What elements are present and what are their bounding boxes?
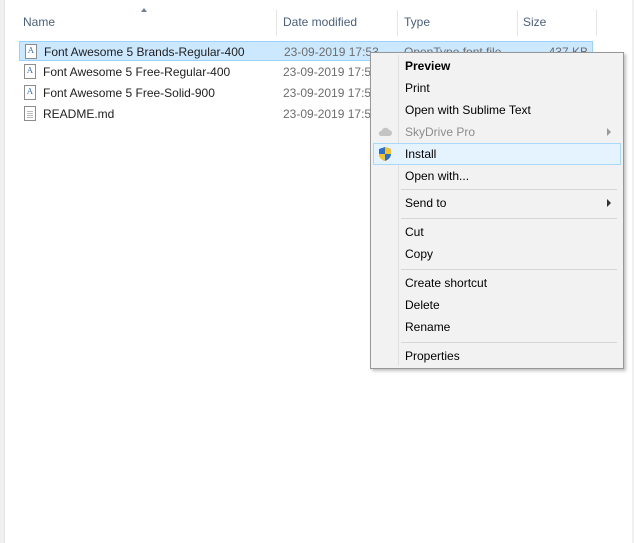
- uac-shield-icon: [379, 147, 391, 161]
- cloud-icon: [378, 127, 392, 136]
- menu-item-label: SkyDrive Pro: [405, 125, 476, 139]
- file-name: README.md: [43, 107, 115, 121]
- column-header-size[interactable]: Size: [523, 15, 546, 29]
- menu-item-open-with[interactable]: Open with...: [373, 165, 621, 187]
- menu-item-properties[interactable]: Properties: [373, 345, 621, 367]
- file-date: 23-09-2019 17:53: [284, 45, 379, 59]
- column-divider[interactable]: [397, 10, 398, 36]
- column-divider[interactable]: [517, 10, 518, 36]
- menu-item-label: Rename: [405, 320, 451, 334]
- menu-item-label: Delete: [405, 298, 440, 312]
- column-header-name[interactable]: Name: [23, 15, 55, 29]
- file-date: 23-09-2019 17:53: [283, 107, 378, 121]
- menu-item-skydrive-pro[interactable]: SkyDrive Pro: [373, 121, 621, 143]
- menu-item-print[interactable]: Print: [373, 77, 621, 99]
- menu-item-label: Install: [405, 147, 437, 161]
- font-file-icon: [24, 64, 36, 79]
- menu-item-label: Properties: [405, 349, 460, 363]
- navigation-pane-edge: [0, 0, 5, 543]
- menu-item-send-to[interactable]: Send to: [373, 192, 621, 214]
- file-date: 23-09-2019 17:53: [283, 86, 378, 100]
- menu-item-create-shortcut[interactable]: Create shortcut: [373, 272, 621, 294]
- file-date: 23-09-2019 17:53: [283, 65, 378, 79]
- menu-item-delete[interactable]: Delete: [373, 294, 621, 316]
- menu-item-label: Create shortcut: [405, 276, 488, 290]
- context-menu: Preview Print Open with Sublime Text Sky…: [370, 52, 624, 369]
- menu-item-label: Print: [405, 81, 430, 95]
- menu-separator: [401, 218, 617, 219]
- menu-separator: [401, 189, 617, 190]
- menu-item-install[interactable]: Install: [373, 143, 621, 165]
- text-file-icon: [24, 106, 36, 121]
- column-header-date-modified[interactable]: Date modified: [283, 15, 357, 29]
- menu-separator: [401, 269, 617, 270]
- menu-item-copy[interactable]: Copy: [373, 243, 621, 265]
- menu-item-label: Open with...: [405, 169, 470, 183]
- menu-separator: [401, 342, 617, 343]
- file-name: Font Awesome 5 Brands-Regular-400: [44, 45, 245, 59]
- column-divider[interactable]: [596, 10, 597, 36]
- sort-ascending-icon: [141, 8, 147, 12]
- menu-item-preview[interactable]: Preview: [373, 55, 621, 77]
- submenu-arrow-icon: [607, 199, 611, 207]
- menu-item-label: Copy: [405, 247, 434, 261]
- menu-item-rename[interactable]: Rename: [373, 316, 621, 338]
- submenu-arrow-icon: [607, 128, 611, 136]
- font-file-icon: [25, 44, 37, 59]
- font-file-icon: [24, 85, 36, 100]
- menu-item-label: Cut: [405, 225, 424, 239]
- menu-item-open-with-sublime[interactable]: Open with Sublime Text: [373, 99, 621, 121]
- menu-item-cut[interactable]: Cut: [373, 221, 621, 243]
- menu-item-label: Open with Sublime Text: [405, 103, 531, 117]
- column-divider[interactable]: [276, 10, 277, 36]
- column-header-type[interactable]: Type: [404, 15, 430, 29]
- file-name: Font Awesome 5 Free-Solid-900: [43, 86, 215, 100]
- file-name: Font Awesome 5 Free-Regular-400: [43, 65, 231, 79]
- menu-item-label: Send to: [405, 196, 447, 210]
- menu-item-label: Preview: [405, 59, 451, 73]
